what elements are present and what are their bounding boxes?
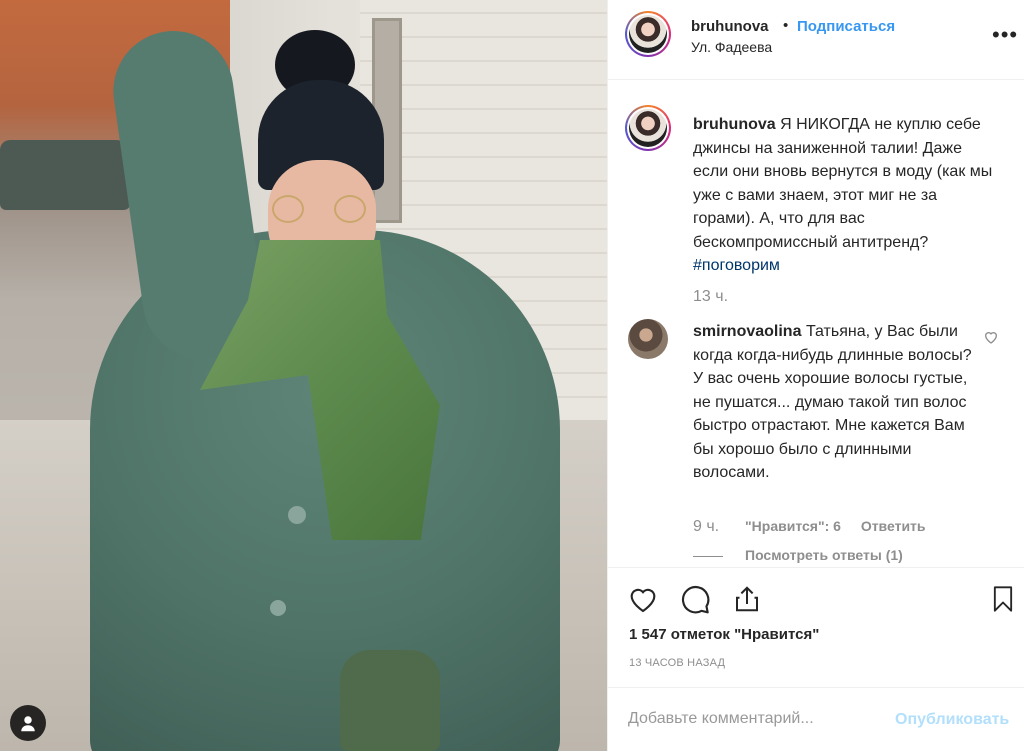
share-button[interactable] (730, 582, 764, 616)
caption-text: bruhunova Я НИКОГДА не куплю себе джинсы… (693, 113, 993, 278)
comment-icon (681, 585, 710, 614)
like-button[interactable] (626, 582, 660, 616)
heart-icon (630, 588, 656, 613)
photo-coat-button (288, 506, 306, 524)
user-tag-button[interactable] (10, 705, 46, 741)
caption-hashtag[interactable]: #поговорим (693, 257, 780, 274)
commenter-avatar[interactable] (628, 319, 668, 359)
comment-text: smirnovaolina Татьяна, у Вас были когда … (693, 320, 973, 485)
replies-divider (693, 555, 723, 557)
photo-glasses-right (334, 195, 366, 223)
view-replies-label: Посмотреть ответы (1) (745, 547, 903, 563)
caption-username[interactable]: bruhunova (693, 116, 776, 133)
add-comment-form: Опубликовать (608, 687, 1024, 751)
comment-like-button[interactable] (983, 329, 999, 350)
comment-body: Татьяна, у Вас были когда когда-нибудь д… (693, 323, 972, 481)
comment-button[interactable] (678, 582, 712, 616)
caption-body: Я НИКОГДА не куплю себе джинсы на заниже… (693, 116, 993, 251)
comment-time: 9 ч. (693, 518, 720, 535)
author-avatar[interactable] (625, 11, 671, 57)
commenter-username[interactable]: smirnovaolina (693, 323, 801, 340)
publish-button[interactable]: Опубликовать (895, 711, 1009, 729)
follow-button[interactable]: Подписаться (797, 18, 895, 35)
bookmark-icon (993, 586, 1013, 612)
caption-avatar[interactable] (625, 105, 671, 151)
post-photo[interactable] (0, 0, 607, 751)
likes-count[interactable]: 1 547 отметок "Нравится" (629, 626, 819, 643)
user-icon (21, 716, 35, 732)
view-replies-button[interactable]: Посмотреть ответы (1) (693, 547, 903, 563)
photo-bag (340, 650, 440, 751)
post-location[interactable]: Ул. Фадеева (691, 39, 772, 55)
comments-list[interactable]: bruhunova Я НИКОГДА не куплю себе джинсы… (608, 81, 1024, 567)
comment-meta: 9 ч. "Нравится": 6 Ответить (693, 518, 942, 536)
separator-dot: • (783, 17, 789, 34)
comment-input[interactable] (628, 706, 868, 732)
post-panel: bruhunova • Подписаться Ул. Фадеева ••• … (607, 0, 1024, 751)
photo-coat-button (270, 600, 286, 616)
more-icon[interactable]: ••• (992, 24, 1018, 46)
photo-glasses-left (272, 195, 304, 223)
comment-likes[interactable]: "Нравится": 6 (745, 518, 841, 534)
share-icon (736, 586, 758, 612)
author-username[interactable]: bruhunova (691, 18, 769, 35)
posted-time: 13 ЧАСОВ НАЗАД (629, 657, 726, 669)
post-actions: 1 547 отметок "Нравится" 13 ЧАСОВ НАЗАД (608, 567, 1024, 687)
photo-car (0, 140, 130, 210)
post-header: bruhunova • Подписаться Ул. Фадеева ••• (608, 0, 1024, 80)
reply-button[interactable]: Ответить (861, 518, 926, 534)
heart-icon (984, 332, 998, 344)
caption-time: 13 ч. (693, 288, 729, 305)
save-button[interactable] (986, 582, 1020, 616)
